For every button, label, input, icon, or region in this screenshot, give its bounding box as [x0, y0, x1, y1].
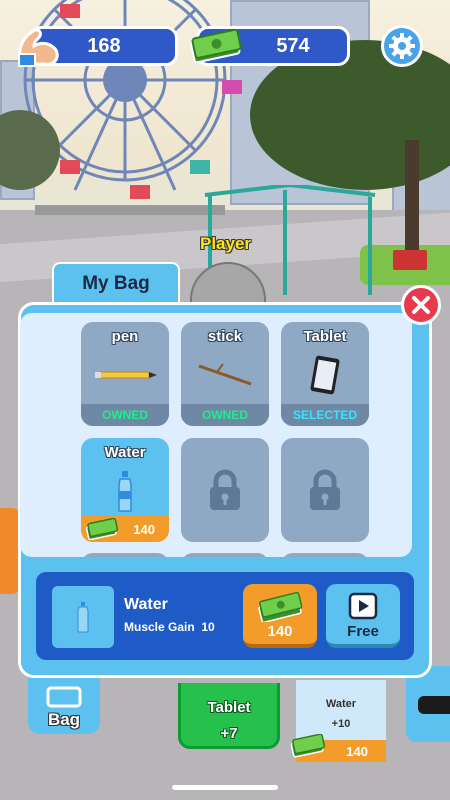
item-card-partial[interactable]	[81, 553, 169, 557]
bench	[393, 250, 427, 270]
settings-button[interactable]	[381, 25, 423, 67]
item-status: OWNED	[181, 404, 269, 426]
detail-stat-value: 10	[201, 620, 215, 634]
close-icon	[412, 296, 430, 314]
water-tile-gain: +10	[331, 718, 351, 730]
item-card-locked[interactable]	[181, 438, 269, 542]
player-name-label: Player	[200, 234, 252, 253]
detail-stat-label: Muscle Gain	[124, 620, 195, 634]
bottom-bag-button[interactable]: Bag	[28, 676, 100, 734]
item-name: Water	[104, 444, 146, 461]
water-bottle-icon	[77, 602, 89, 633]
item-price: 140	[133, 521, 155, 537]
item-name: stick	[207, 328, 243, 345]
item-status: OWNED	[81, 404, 169, 426]
item-card-partial[interactable]	[281, 553, 369, 557]
vr-headset-icon	[418, 696, 450, 714]
tab-my-bag[interactable]: My Bag	[52, 262, 180, 304]
cash-stack-icon	[290, 734, 326, 758]
item-card-partial[interactable]	[181, 553, 269, 557]
home-indicator	[172, 785, 278, 790]
item-status: SELECTED	[281, 404, 369, 426]
tablet-icon	[281, 350, 369, 400]
detail-item-name: Water	[124, 596, 168, 613]
item-card-pen[interactable]: pen OWNED	[81, 322, 169, 426]
item-card-stick[interactable]: stick OWNED	[181, 322, 269, 426]
buy-price: 140	[267, 623, 293, 640]
tablet-tile-gain: +7	[220, 725, 238, 742]
cash-stack-icon	[85, 518, 119, 540]
stick-icon	[181, 350, 269, 400]
lock-icon	[181, 438, 269, 542]
tablet-tile-name: Tablet	[207, 699, 251, 716]
gear-icon	[389, 33, 415, 59]
cash-stack-icon	[188, 28, 244, 64]
item-card-locked[interactable]	[281, 438, 369, 542]
water-tile-name: Water	[325, 698, 357, 710]
detail-thumbnail	[52, 586, 114, 648]
tree-trunk	[405, 140, 419, 250]
lock-icon	[281, 438, 369, 542]
item-name: Tablet	[303, 328, 347, 345]
water-bottle-icon	[81, 466, 169, 516]
item-name: pen	[111, 328, 139, 345]
tablet-shop-tile[interactable]: Tablet +7	[178, 683, 280, 749]
cash-stack-icon	[258, 591, 303, 622]
strength-value: 168	[87, 34, 121, 57]
item-card-water[interactable]: Water 140	[81, 438, 169, 542]
bottom-bag-label: Bag	[47, 710, 81, 729]
bag-icon	[46, 686, 82, 708]
flexed-arm-icon	[14, 22, 64, 68]
bag-items-grid: pen OWNED stick OWNED Tablet SELECTED Wa…	[20, 313, 412, 557]
item-card-tablet[interactable]: Tablet SELECTED	[281, 322, 369, 426]
close-button[interactable]	[401, 285, 441, 325]
side-panel-left	[0, 508, 20, 594]
cash-value: 574	[276, 34, 310, 57]
buy-with-cash-button[interactable]: 140	[243, 584, 317, 648]
free-label: Free	[347, 623, 379, 640]
detail-stat: Muscle Gain 10	[124, 620, 215, 634]
pen-icon	[81, 350, 169, 400]
play-video-icon	[348, 592, 378, 620]
watch-ad-free-button[interactable]: Free	[326, 584, 400, 648]
water-tile-price: 140	[346, 743, 368, 759]
